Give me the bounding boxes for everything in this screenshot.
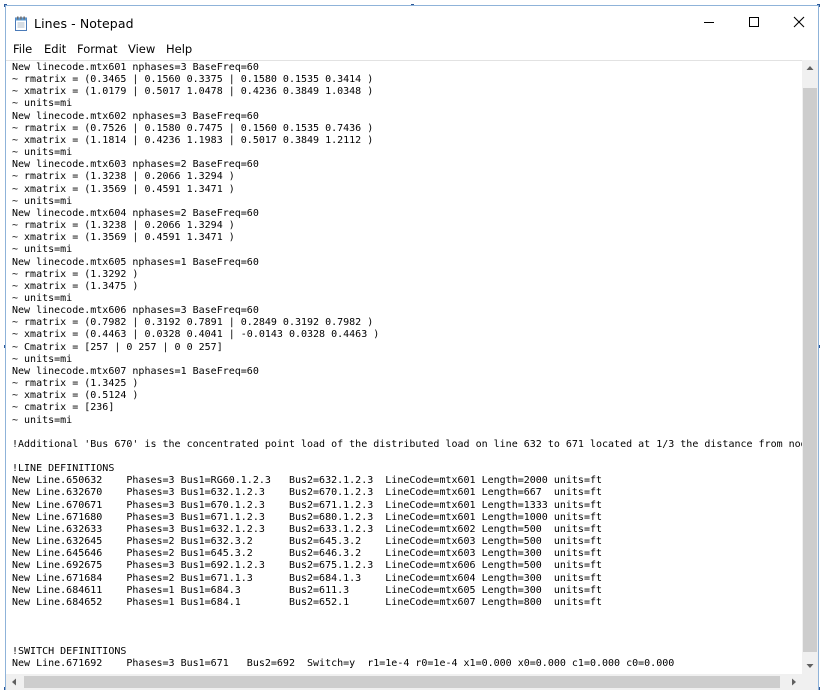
menu-help[interactable]: Help	[166, 42, 192, 56]
text-line[interactable]: New linecode.mtx601 nphases=3 BaseFreq=6…	[12, 62, 802, 74]
text-line[interactable]: New linecode.mtx602 nphases=3 BaseFreq=6…	[12, 111, 802, 123]
menu-format[interactable]: Format	[77, 42, 118, 56]
text-line[interactable]	[12, 609, 802, 621]
text-line[interactable]: ~ rmatrix = (0.7526 | 0.1580 0.7475 | 0.…	[12, 123, 802, 135]
text-line[interactable]: ~ rmatrix = (1.3238 | 0.2066 1.3294 )	[12, 171, 802, 183]
menu-bar: File Edit Format View Help	[6, 40, 818, 60]
close-icon	[793, 16, 805, 28]
text-line[interactable]: ~ units=mi	[12, 293, 802, 305]
text-line[interactable]: New Line.671680 Phases=3 Bus1=671.1.2.3 …	[12, 512, 802, 524]
text-line[interactable]: ~ xmatrix = (0.5124 )	[12, 390, 802, 402]
text-line[interactable]: New Line.632670 Phases=3 Bus1=632.1.2.3 …	[12, 487, 802, 499]
text-line[interactable]: New Line.684611 Phases=1 Bus1=684.3 Bus2…	[12, 585, 802, 597]
text-editor-area[interactable]: New linecode.mtx601 nphases=3 BaseFreq=6…	[6, 60, 802, 674]
text-line[interactable]: New linecode.mtx605 nphases=1 BaseFreq=6…	[12, 257, 802, 269]
text-line[interactable]: New linecode.mtx606 nphases=3 BaseFreq=6…	[12, 305, 802, 317]
horizontal-scrollbar[interactable]	[6, 674, 802, 690]
text-line[interactable]: ~ xmatrix = (0.4463 | 0.0328 0.4041 | -0…	[12, 329, 802, 341]
scroll-up-arrow-icon[interactable]	[806, 65, 814, 71]
text-line[interactable]: New linecode.mtx604 nphases=2 BaseFreq=6…	[12, 208, 802, 220]
text-line[interactable]: ~ units=mi	[12, 98, 802, 110]
scrollbar-corner	[802, 674, 818, 690]
text-line[interactable]: ~ xmatrix = (1.3569 | 0.4591 1.3471 )	[12, 232, 802, 244]
window-title: Lines - Notepad	[34, 16, 134, 31]
text-line[interactable]: New linecode.mtx607 nphases=1 BaseFreq=6…	[12, 366, 802, 378]
notepad-icon	[15, 16, 27, 31]
text-line[interactable]	[12, 427, 802, 439]
text-line[interactable]	[12, 621, 802, 633]
text-line[interactable]: New Line.671684 Phases=2 Bus1=671.1.3 Bu…	[12, 573, 802, 585]
scroll-down-arrow-icon[interactable]	[806, 663, 814, 669]
text-line[interactable]: ~ rmatrix = (0.3465 | 0.1560 0.3375 | 0.…	[12, 74, 802, 86]
close-button[interactable]	[776, 6, 822, 38]
text-line[interactable]: ~ units=mi	[12, 354, 802, 366]
menu-view[interactable]: View	[128, 42, 155, 56]
text-line[interactable]: ~ units=mi	[12, 415, 802, 427]
minimize-button[interactable]	[686, 6, 732, 38]
title-bar[interactable]: Lines - Notepad	[6, 6, 818, 40]
text-line[interactable]: ~ rmatrix = (1.3292 )	[12, 269, 802, 281]
text-line[interactable]: ~ xmatrix = (1.0179 | 0.5017 1.0478 | 0.…	[12, 86, 802, 98]
text-line[interactable]: !Additional 'Bus 670' is the concentrate…	[12, 439, 802, 451]
menu-edit[interactable]: Edit	[44, 42, 66, 56]
text-line[interactable]: New Line.650632 Phases=3 Bus1=RG60.1.2.3…	[12, 475, 802, 487]
text-line[interactable]: New linecode.mtx603 nphases=2 BaseFreq=6…	[12, 159, 802, 171]
editor-text[interactable]: New linecode.mtx601 nphases=3 BaseFreq=6…	[6, 61, 802, 670]
text-line[interactable]: ~ xmatrix = (1.1814 | 0.4236 1.1983 | 0.…	[12, 135, 802, 147]
menu-file[interactable]: File	[13, 42, 32, 56]
notepad-window: Lines - Notepad File Edit Format View He…	[5, 5, 819, 690]
text-line[interactable]: !LINE DEFINITIONS	[12, 463, 802, 475]
text-line[interactable]: ~ xmatrix = (1.3569 | 0.4591 1.3471 )	[12, 184, 802, 196]
text-line[interactable]: ~ rmatrix = (0.7982 | 0.3192 0.7891 | 0.…	[12, 317, 802, 329]
text-line[interactable]: New Line.684652 Phases=1 Bus1=684.1 Bus2…	[12, 597, 802, 609]
text-line[interactable]: !SWITCH DEFINITIONS	[12, 646, 802, 658]
text-line[interactable]	[12, 451, 802, 463]
text-line[interactable]: ~ xmatrix = (1.3475 )	[12, 281, 802, 293]
text-line[interactable]: ~ units=mi	[12, 244, 802, 256]
text-line[interactable]: ~ Cmatrix = [257 | 0 257 | 0 0 257]	[12, 342, 802, 354]
maximize-button[interactable]	[731, 6, 777, 38]
text-line[interactable]: New Line.670671 Phases=3 Bus1=670.1.2.3 …	[12, 500, 802, 512]
text-line[interactable]: ~ rmatrix = (1.3425 )	[12, 378, 802, 390]
text-line[interactable]: ~ units=mi	[12, 196, 802, 208]
horizontal-scrollbar-thumb[interactable]	[24, 676, 780, 688]
text-line[interactable]: ~ units=mi	[12, 147, 802, 159]
scroll-left-arrow-icon[interactable]	[11, 678, 17, 686]
text-line[interactable]: New Line.645646 Phases=2 Bus1=645.3.2 Bu…	[12, 548, 802, 560]
scroll-right-arrow-icon[interactable]	[791, 678, 797, 686]
text-line[interactable]: ~ rmatrix = (1.3238 | 0.2066 1.3294 )	[12, 220, 802, 232]
text-line[interactable]: ~ cmatrix = [236]	[12, 402, 802, 414]
vertical-scrollbar[interactable]	[802, 60, 818, 674]
text-line[interactable]: New Line.671692 Phases=3 Bus1=671 Bus2=6…	[12, 658, 802, 670]
vertical-scrollbar-thumb[interactable]	[803, 88, 817, 652]
maximize-icon	[749, 17, 759, 27]
text-line[interactable]: New Line.692675 Phases=3 Bus1=692.1.2.3 …	[12, 560, 802, 572]
text-line[interactable]: New Line.632633 Phases=3 Bus1=632.1.2.3 …	[12, 524, 802, 536]
text-line[interactable]	[12, 633, 802, 645]
minimize-icon	[704, 22, 714, 23]
text-line[interactable]: New Line.632645 Phases=2 Bus1=632.3.2 Bu…	[12, 536, 802, 548]
